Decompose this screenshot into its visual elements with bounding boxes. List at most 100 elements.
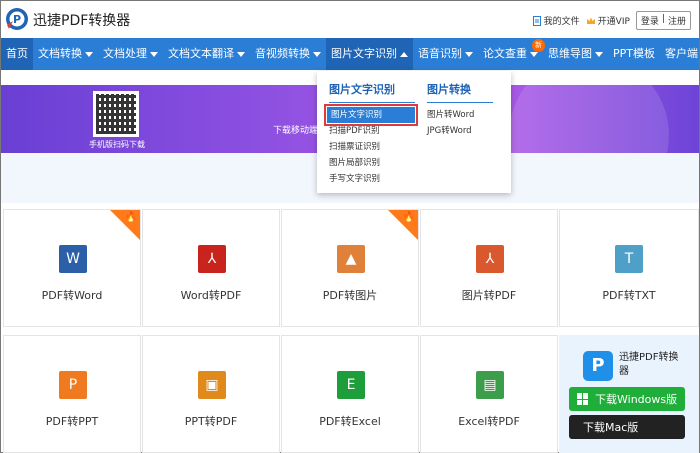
nav-label: PPT模板 [613,47,655,60]
excel-pdf-icon: ▤ [476,371,504,399]
main-nav: 首页 文档转换 文档处理 文档文本翻译 音视频转换 图片文字识别 语音识别 论文… [1,38,699,70]
download-windows-label: 下载Windows版 [595,393,678,406]
dropdown-column-image-convert: 图片转换 图片转Word JPG转Word [427,81,493,139]
nav-doc-convert[interactable]: 文档转换 [33,38,98,70]
tool-label: PDF转Word [41,289,103,302]
download-windows-button[interactable]: 下载Windows版 [569,387,685,411]
nav-label: 文档转换 [38,47,82,60]
qr-caption: 手机版扫码下载 [89,140,145,149]
tool-label: PDF转Excel [319,415,381,428]
tool-pdf-to-excel[interactable]: E PDF转Excel [281,335,419,453]
chevron-down-icon [85,51,93,57]
menu-item-scan-ticket-ocr[interactable]: 扫描票证识别 [329,139,415,155]
tool-pdf-to-word[interactable]: W PDF转Word 🔥 [3,209,141,327]
nav-paper-check[interactable]: 论文查重新 [478,38,545,70]
nav-label: 文档处理 [103,47,147,60]
menu-item-partial-ocr[interactable]: 图片局部识别 [329,155,415,171]
tool-label: PPT转PDF [184,415,238,428]
file-icon [532,15,541,26]
menu-item-jpg-to-word[interactable]: JPG转Word [427,123,493,139]
chevron-down-icon [237,51,245,57]
login-separator: | [661,14,665,24]
nav-label: 客户端 [665,47,698,60]
open-vip-link[interactable]: 开通VIP [586,14,630,27]
svg-text:P: P [13,13,21,26]
menu-item-image-to-word[interactable]: 图片转Word [427,107,493,123]
flame-icon: 🔥 [124,212,137,223]
download-mac-button[interactable]: 下载Mac版 [569,415,685,439]
promo-app-name: 迅捷PDF转换器 [619,352,679,377]
app-logo-icon[interactable]: P [5,7,29,31]
nav-speech-recognition[interactable]: 语音识别 [413,38,478,70]
tool-excel-to-pdf[interactable]: ▤ Excel转PDF [420,335,558,453]
nav-doc-process[interactable]: 文档处理 [98,38,163,70]
register-link[interactable]: 注册 [668,14,686,27]
nav-home[interactable]: 首页 [1,38,33,70]
tool-label: 图片转PDF [461,289,517,302]
chevron-down-icon [465,51,473,57]
pdf-icon: ⅄ [198,245,226,273]
nav-ppt-templates[interactable]: PPT模板 [608,38,660,70]
tool-label: Word转PDF [180,289,242,302]
open-vip-label: 开通VIP [597,17,630,27]
excel-icon: E [337,371,365,399]
login-link[interactable]: 登录 [641,14,659,27]
chevron-down-icon [595,51,603,57]
tool-label: PDF转PPT [45,415,99,428]
qr-code-pattern [96,94,136,134]
tool-word-to-pdf[interactable]: ⅄ Word转PDF [142,209,280,327]
tool-pdf-to-ppt[interactable]: P PDF转PPT [3,335,141,453]
flame-icon: 🔥 [402,212,415,223]
tool-label: PDF转TXT [602,289,656,302]
chevron-down-icon [530,51,538,57]
nav-av-convert[interactable]: 音视频转换 [250,38,326,70]
top-right-links: 我的文件 开通VIP 登录 | 注册 [532,11,691,30]
word-icon: W [59,245,87,273]
menu-item-image-ocr[interactable]: 图片文字识别 [324,104,418,126]
crown-icon [586,17,595,24]
login-register-box: 登录 | 注册 [635,11,691,30]
chevron-up-icon [400,51,408,57]
qr-code [93,91,139,137]
image-icon: ▲ [337,245,365,273]
nav-label: 音视频转换 [255,47,310,60]
tool-image-to-pdf[interactable]: ⅄ 图片转PDF [420,209,558,327]
nav-label: 思维导图 [548,47,592,60]
banner-text: 下载移动端 [273,126,319,136]
nav-label: 文档文本翻译 [168,47,234,60]
dropdown-column-ocr: 图片文字识别 图片文字识别 扫描PDF识别 扫描票证识别 图片局部识别 手写文字… [324,81,418,187]
txt-icon: T [615,245,643,273]
nav-label: 图片文字识别 [331,47,397,60]
nav-label: 首页 [6,47,28,60]
tool-ppt-to-pdf[interactable]: ▣ PPT转PDF [142,335,280,453]
dropdown-heading: 图片转换 [427,81,493,103]
my-files-link[interactable]: 我的文件 [532,14,580,27]
menu-item-scan-pdf-ocr[interactable]: 扫描PDF识别 [329,123,415,139]
image-ocr-dropdown: 图片文字识别 图片文字识别 扫描PDF识别 扫描票证识别 图片局部识别 手写文字… [317,71,511,193]
nav-client[interactable]: 客户端 [660,38,700,70]
pdf-icon: ⅄ [476,245,504,273]
my-files-label: 我的文件 [543,17,580,27]
nav-image-ocr[interactable]: 图片文字识别 [326,38,413,70]
app-title: 迅捷PDF转换器 [33,13,131,29]
tool-label: PDF转图片 [322,289,378,302]
dropdown-heading: 图片文字识别 [329,81,415,103]
tool-pdf-to-txt[interactable]: T PDF转TXT [559,209,699,327]
tool-pdf-to-image[interactable]: ▲ PDF转图片 🔥 [281,209,419,327]
download-promo: P 迅捷PDF转换器 下载Windows版 下载Mac版 [559,335,699,453]
nav-label: 论文查重 [483,47,527,60]
tool-label: Excel转PDF [458,415,520,428]
banner-decoration [509,85,669,153]
menu-item-handwriting-ocr[interactable]: 手写文字识别 [329,171,415,187]
chevron-down-icon [150,51,158,57]
nav-mind-map[interactable]: 思维导图 [543,38,608,70]
download-mac-label: 下载Mac版 [583,421,639,434]
top-header: P 迅捷PDF转换器 我的文件 开通VIP 登录 | 注册 [1,1,699,38]
ppt-icon: P [59,371,87,399]
nav-label: 语音识别 [418,47,462,60]
app-logo-icon: P [583,351,613,381]
windows-icon [577,393,589,405]
chevron-down-icon [313,51,321,57]
nav-doc-translate[interactable]: 文档文本翻译 [163,38,250,70]
ppt-pdf-icon: ▣ [198,371,226,399]
